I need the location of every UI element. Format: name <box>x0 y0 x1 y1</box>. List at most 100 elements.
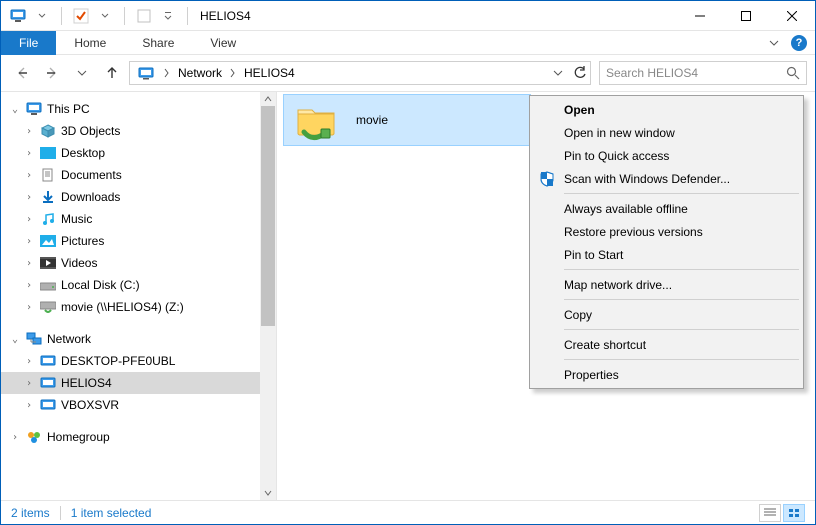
qat-dropdown-icon[interactable] <box>94 5 116 27</box>
ctx-properties[interactable]: Properties <box>532 363 801 386</box>
tree-item-homegroup[interactable]: › Homegroup <box>1 426 276 448</box>
qat-chevron-icon[interactable] <box>157 5 179 27</box>
ctx-restore-versions[interactable]: Restore previous versions <box>532 220 801 243</box>
refresh-button[interactable] <box>568 62 590 84</box>
tree-item-3d-objects[interactable]: › 3D Objects <box>1 120 276 142</box>
expand-icon[interactable]: › <box>23 192 35 203</box>
menu-separator <box>564 299 799 300</box>
tree-item-music[interactable]: ›Music <box>1 208 276 230</box>
collapse-icon[interactable]: ⌄ <box>9 104 21 115</box>
ctx-scan-defender[interactable]: Scan with Windows Defender... <box>532 167 801 190</box>
music-icon <box>39 211 57 227</box>
tree-item-documents[interactable]: › Documents <box>1 164 276 186</box>
navigation-tree: ⌄ This PC › 3D Objects ›Desktop › Document… <box>1 92 277 500</box>
file-menu[interactable]: File <box>1 31 56 55</box>
expand-icon[interactable]: › <box>23 236 35 247</box>
tree-item-local-disk[interactable]: › Local Disk (C:) <box>1 274 276 296</box>
expand-icon[interactable]: › <box>23 378 35 389</box>
expand-icon[interactable]: › <box>23 126 35 137</box>
scroll-thumb[interactable] <box>261 106 275 326</box>
maximize-button[interactable] <box>723 1 769 31</box>
ctx-pin-start[interactable]: Pin to Start <box>532 243 801 266</box>
tree-label: Videos <box>61 256 97 270</box>
minimize-button[interactable] <box>677 1 723 31</box>
address-dropdown-button[interactable] <box>546 62 568 84</box>
expand-icon[interactable]: › <box>9 432 21 443</box>
tree-item-pictures[interactable]: › Pictures <box>1 230 276 252</box>
tree-item-desktop[interactable]: ›Desktop <box>1 142 276 164</box>
ctx-open-new-window[interactable]: Open in new window <box>532 121 801 144</box>
tree-item-computer[interactable]: ›HELIOS4 <box>1 372 276 394</box>
properties-check-icon[interactable] <box>70 5 92 27</box>
expand-icon[interactable]: › <box>23 280 35 291</box>
forward-button[interactable] <box>39 60 65 86</box>
tree-item-videos[interactable]: › Videos <box>1 252 276 274</box>
tree-item-network-drive[interactable]: ›movie (\\HELIOS4) (Z:) <box>1 296 276 318</box>
scroll-down-icon[interactable] <box>260 486 276 500</box>
address-icon[interactable] <box>132 62 160 84</box>
tree-label: Documents <box>61 168 122 182</box>
search-icon[interactable] <box>786 66 800 80</box>
tree-label: Local Disk (C:) <box>61 278 140 292</box>
breadcrumb[interactable]: Network <box>172 62 226 84</box>
up-button[interactable] <box>99 60 125 86</box>
large-icons-view-button[interactable] <box>783 504 805 522</box>
tab-share[interactable]: Share <box>124 31 192 55</box>
menu-separator <box>564 329 799 330</box>
expand-icon[interactable]: › <box>23 302 35 313</box>
help-icon[interactable]: ? <box>791 35 807 51</box>
recent-locations-button[interactable] <box>69 60 95 86</box>
details-view-button[interactable] <box>759 504 781 522</box>
expand-icon[interactable]: › <box>23 148 35 159</box>
tree-label: Downloads <box>61 190 120 204</box>
network-icon <box>25 331 43 347</box>
expand-icon[interactable]: › <box>23 214 35 225</box>
ctx-map-network-drive[interactable]: Map network drive... <box>532 273 801 296</box>
documents-icon <box>39 167 57 183</box>
menu-separator <box>564 359 799 360</box>
ctx-pin-quick-access[interactable]: Pin to Quick access <box>532 144 801 167</box>
expand-icon[interactable]: › <box>23 400 35 411</box>
tab-view[interactable]: View <box>192 31 254 55</box>
qat-dropdown-icon[interactable] <box>31 5 53 27</box>
back-button[interactable] <box>9 60 35 86</box>
tree-item-this-pc[interactable]: ⌄ This PC <box>1 98 276 120</box>
breadcrumb[interactable]: HELIOS4 <box>238 62 299 84</box>
ctx-always-offline[interactable]: Always available offline <box>532 197 801 220</box>
tree-label: Homegroup <box>47 430 110 444</box>
new-folder-icon[interactable] <box>133 5 155 27</box>
tree-item-downloads[interactable]: › Downloads <box>1 186 276 208</box>
titlebar: HELIOS4 <box>1 1 815 31</box>
expand-icon[interactable]: › <box>23 170 35 181</box>
drive-icon <box>39 277 57 293</box>
tree-label: Pictures <box>61 234 104 248</box>
network-share-folder-icon <box>294 98 338 142</box>
search-input[interactable]: Search HELIOS4 <box>599 61 807 85</box>
close-button[interactable] <box>769 1 815 31</box>
chevron-right-icon[interactable] <box>226 68 238 78</box>
folder-item[interactable]: movie <box>283 94 531 146</box>
scroll-up-icon[interactable] <box>260 92 276 106</box>
expand-icon[interactable]: › <box>23 258 35 269</box>
address-bar[interactable]: Network HELIOS4 <box>129 61 591 85</box>
tree-item-computer[interactable]: ›DESKTOP-PFE0UBL <box>1 350 276 372</box>
menu-separator <box>564 193 799 194</box>
tree-label: 3D Objects <box>61 124 120 138</box>
tree-scrollbar[interactable] <box>260 92 276 500</box>
collapse-icon[interactable]: ⌄ <box>9 334 21 345</box>
tree-item-network[interactable]: ⌄ Network <box>1 328 276 350</box>
tree-item-computer[interactable]: › VBOXSVR <box>1 394 276 416</box>
tree-label: VBOXSVR <box>61 398 119 412</box>
status-item-count: 2 items <box>11 506 50 520</box>
cube-icon <box>39 123 57 139</box>
ctx-copy[interactable]: Copy <box>532 303 801 326</box>
tree-label: Network <box>47 332 91 346</box>
ctx-open[interactable]: Open <box>532 98 801 121</box>
chevron-right-icon[interactable] <box>160 68 172 78</box>
ribbon-expand-icon[interactable] <box>769 38 779 48</box>
context-menu: Open Open in new window Pin to Quick acc… <box>529 95 804 389</box>
ctx-create-shortcut[interactable]: Create shortcut <box>532 333 801 356</box>
expand-icon[interactable]: › <box>23 356 35 367</box>
tab-home[interactable]: Home <box>56 31 124 55</box>
computer-icon[interactable] <box>7 5 29 27</box>
